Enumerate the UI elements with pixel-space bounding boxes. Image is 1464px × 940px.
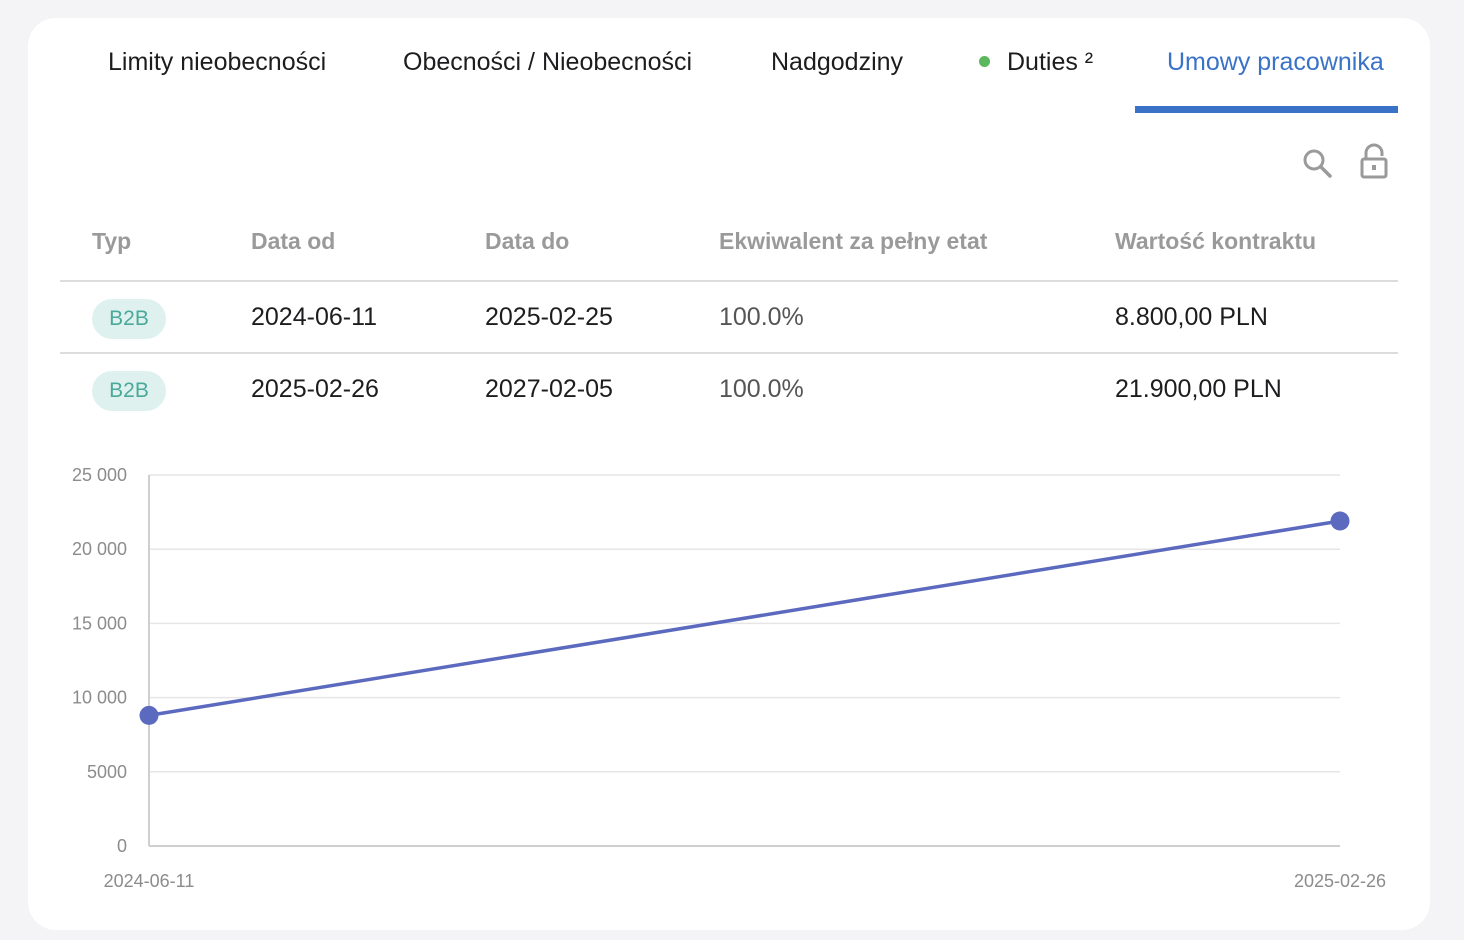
- y-tick-label: 25 000: [72, 465, 127, 485]
- tab-label: Umowy pracownika: [1167, 48, 1384, 76]
- y-tick-label: 20 000: [72, 539, 127, 559]
- contract-type-badge: B2B: [92, 299, 166, 339]
- x-tick-label: 2025-02-26: [1294, 871, 1386, 891]
- contract-value-cell: 21.900,00 PLN: [1115, 375, 1282, 403]
- contract-type-badge: B2B: [92, 371, 166, 411]
- column-header-type[interactable]: Typ: [92, 228, 131, 255]
- date-from-cell: 2025-02-26: [251, 375, 379, 403]
- data-point: [139, 705, 159, 725]
- active-tab-indicator: [1135, 106, 1398, 113]
- tab-label: Obecności / Nieobecności: [403, 48, 693, 76]
- y-tick-label: 5000: [87, 762, 127, 782]
- y-tick-label: 0: [117, 836, 127, 856]
- tab-label: Limity nieobecności: [108, 48, 327, 76]
- fte-cell: 100.0%: [719, 303, 804, 331]
- x-tick-label: 2024-06-11: [104, 871, 195, 891]
- column-header-date-from[interactable]: Data od: [251, 228, 335, 255]
- tab-bar: Limity nieobecności Obecności / Nieobecn…: [28, 18, 1430, 114]
- tab-absence-limits[interactable]: Limity nieobecności: [108, 48, 326, 77]
- column-header-fte[interactable]: Ekwiwalent za pełny etat: [719, 228, 987, 255]
- search-icon[interactable]: [1300, 144, 1334, 182]
- y-tick-label: 10 000: [72, 688, 127, 708]
- table-row[interactable]: B2B 2024-06-11 2025-02-25 100.0% 8.800,0…: [60, 282, 1398, 354]
- tab-duties[interactable]: Duties ²: [979, 48, 1093, 77]
- contract-value-chart: 0 5000 10 000 15 000 20 000 25 000 2024-06-11 2…: [28, 458, 1430, 918]
- tab-employee-contracts[interactable]: Umowy pracownika: [1167, 48, 1384, 77]
- tab-overtime[interactable]: Nadgodziny: [771, 48, 903, 77]
- tab-attendance[interactable]: Obecności / Nieobecności: [403, 48, 692, 77]
- table-row[interactable]: B2B 2025-02-26 2027-02-05 100.0% 21.900,…: [60, 354, 1398, 426]
- date-to-cell: 2027-02-05: [485, 375, 613, 403]
- series-line: [148, 519, 1341, 718]
- contracts-card: Limity nieobecności Obecności / Nieobecn…: [28, 18, 1430, 930]
- date-from-cell: 2024-06-11: [251, 303, 378, 331]
- contract-value-cell: 8.800,00 PLN: [1115, 303, 1268, 331]
- y-tick-label: 15 000: [72, 613, 127, 633]
- lock-open-icon[interactable]: [1357, 142, 1391, 180]
- tab-label: Nadgodziny: [771, 48, 904, 76]
- column-header-date-to[interactable]: Data do: [485, 228, 569, 255]
- date-to-cell: 2025-02-25: [485, 303, 613, 331]
- chart-canvas: 0 5000 10 000 15 000 20 000 25 000 2024-06-11 2…: [72, 465, 1386, 891]
- status-dot: [979, 55, 990, 67]
- column-header-contract-value[interactable]: Wartość kontraktu: [1115, 228, 1316, 255]
- tab-label: Duties ²: [1007, 48, 1094, 76]
- data-point: [1330, 511, 1350, 531]
- fte-cell: 100.0%: [719, 375, 804, 403]
